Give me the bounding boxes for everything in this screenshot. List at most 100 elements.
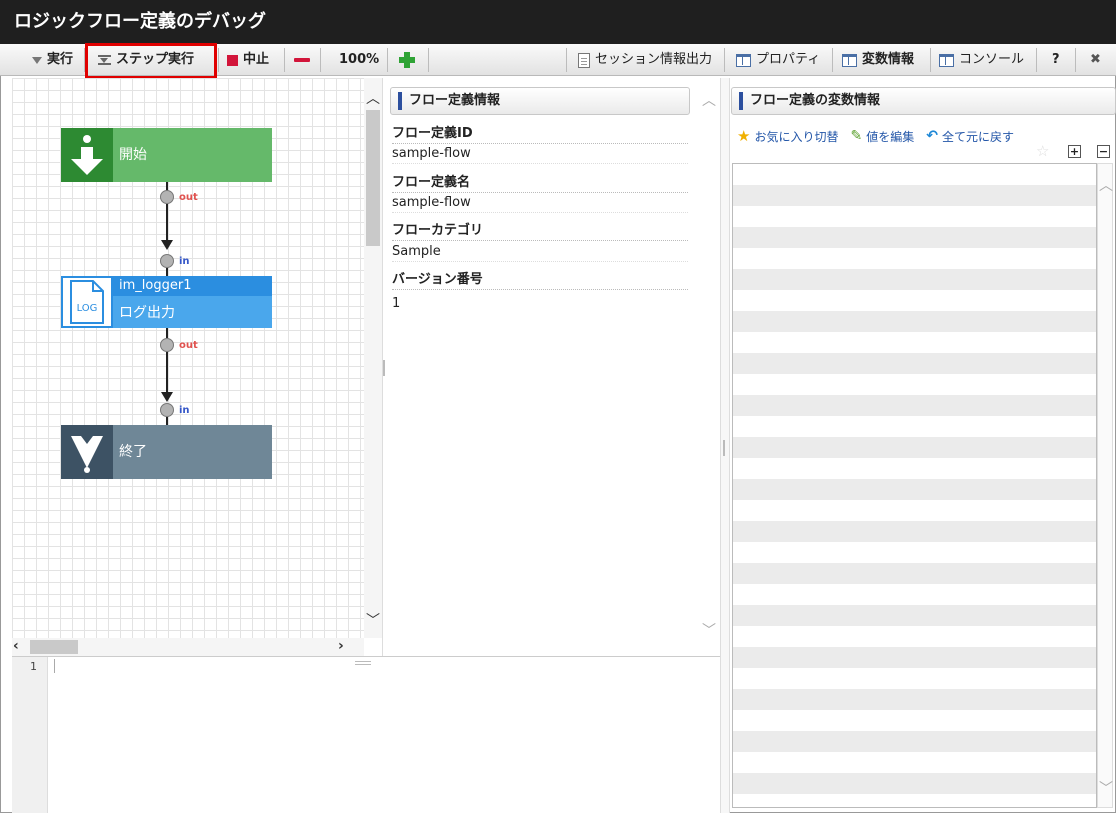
in-port[interactable] — [160, 254, 174, 268]
connector-line — [166, 268, 168, 276]
run-button[interactable]: 実行 — [26, 47, 79, 73]
toolbar-divider — [832, 48, 833, 72]
toolbar-divider — [218, 48, 219, 72]
canvas-horizontal-scroll-thumb[interactable] — [30, 640, 78, 654]
dropdown-triangle-icon — [32, 56, 42, 64]
edit-value-button[interactable]: ✎ 値を編集 — [850, 127, 914, 145]
start-label: 開始 — [119, 147, 147, 163]
help-button[interactable]: ? — [1046, 47, 1066, 73]
variables-vertical-scrollbar[interactable] — [1097, 163, 1113, 808]
reset-all-label: 全て元に戻す — [941, 129, 1014, 144]
field-label-flow-category: フローカテゴリ — [392, 219, 688, 241]
horizontal-splitter-grip[interactable] — [355, 661, 371, 665]
arrow-head — [161, 240, 173, 250]
field-value-flow-id: sample-flow — [392, 146, 688, 164]
canvas-vertical-scroll-thumb[interactable] — [366, 110, 380, 246]
close-button[interactable]: ✖ — [1084, 47, 1107, 73]
variable-info-label: 変数情報 — [862, 52, 915, 67]
scroll-down-icon[interactable]: ﹀ — [366, 610, 380, 630]
stop-icon — [227, 54, 238, 66]
panel-icon — [736, 53, 751, 67]
expand-all-button[interactable]: + — [1068, 145, 1081, 158]
variable-info-button[interactable]: 変数情報 — [836, 47, 920, 73]
out-port-label: out — [179, 340, 198, 351]
property-label: プロパティ — [756, 52, 821, 67]
console-label: コンソール — [959, 52, 1025, 67]
scroll-up-icon[interactable]: ︿ — [1099, 175, 1113, 195]
toolbar-divider — [284, 48, 285, 72]
plus-icon — [399, 52, 415, 68]
field-label-version: バージョン番号 — [392, 268, 688, 290]
pencil-icon: ✎ — [850, 128, 863, 144]
splitter-grip[interactable] — [383, 360, 385, 376]
out-port[interactable] — [160, 190, 174, 204]
run-label: 実行 — [47, 52, 74, 67]
panel-icon — [939, 53, 954, 67]
collapse-down-icon[interactable]: ﹀ — [702, 620, 716, 640]
end-node[interactable]: 終了 — [61, 425, 272, 479]
toolbar-divider — [428, 48, 429, 72]
end-label: 終了 — [119, 444, 147, 460]
star-outline-icon[interactable]: ☆ — [1036, 142, 1049, 160]
in-port[interactable] — [160, 403, 174, 417]
scroll-down-icon[interactable]: ﹀ — [1099, 778, 1113, 798]
scroll-right-icon[interactable]: › — [338, 638, 344, 654]
log-node-id: im_logger1 — [113, 276, 272, 296]
toolbar-divider — [387, 48, 388, 72]
zoom-out-button[interactable] — [288, 47, 316, 73]
stop-button[interactable]: 中止 — [221, 47, 275, 73]
star-icon: ★ — [737, 127, 751, 145]
start-node[interactable]: 開始 — [61, 128, 272, 182]
variables-toolbar: ★ お気に入り切替 ✎ 値を編集 ↶ 全て元に戻す — [737, 127, 1014, 145]
out-port-label: out — [179, 192, 198, 203]
step-button-highlight — [85, 43, 217, 79]
field-value-flow-name: sample-flow — [392, 195, 688, 213]
field-label-flow-id: フロー定義ID — [392, 122, 688, 144]
definition-panel — [382, 78, 720, 658]
arrow-head — [161, 392, 173, 402]
log-node-label: ログ出力 — [119, 305, 175, 321]
collapse-all-button[interactable]: − — [1097, 145, 1110, 158]
connector-line — [166, 417, 168, 425]
collapse-up-icon[interactable]: ︿ — [702, 90, 716, 110]
log-file-icon: LOG — [61, 276, 113, 328]
panel-icon — [842, 53, 857, 67]
field-value-version: 1 — [392, 296, 401, 311]
console-button[interactable]: コンソール — [933, 47, 1030, 73]
session-output-label: セッション情報出力 — [595, 52, 713, 67]
toolbar-divider — [1075, 48, 1076, 72]
zoom-level: 100% — [339, 52, 380, 67]
toolbar-divider — [724, 48, 725, 72]
definition-panel-header: フロー定義情報 — [390, 87, 690, 115]
toolbar-divider — [930, 48, 931, 72]
scroll-left-icon[interactable]: ‹ — [13, 638, 19, 654]
toolbar-divider — [320, 48, 321, 72]
zoom-in-button[interactable] — [393, 47, 421, 73]
document-icon — [578, 52, 590, 68]
vertical-splitter[interactable] — [720, 78, 730, 813]
reset-all-button[interactable]: ↶ 全て元に戻す — [926, 127, 1014, 145]
down-arrow-icon — [61, 128, 113, 182]
in-port-label: in — [179, 405, 190, 416]
connector-line — [166, 204, 168, 240]
variables-panel-header: フロー定義の変数情報 — [731, 87, 1116, 115]
favorite-toggle-label: お気に入り切替 — [754, 129, 839, 144]
splitter-grip[interactable] — [723, 440, 725, 456]
console-editor[interactable] — [12, 656, 720, 813]
minus-icon — [294, 58, 310, 62]
favorite-toggle-button[interactable]: ★ お気に入り切替 — [737, 127, 838, 145]
toolbar-divider — [566, 48, 567, 72]
scroll-up-icon[interactable]: ︿ — [366, 88, 380, 108]
connector-line — [166, 352, 168, 394]
property-button[interactable]: プロパティ — [730, 47, 826, 73]
connector-line — [166, 328, 168, 338]
undo-icon: ↶ — [926, 128, 938, 144]
toolbar-divider — [1036, 48, 1037, 72]
edit-value-label: 値を編集 — [866, 129, 915, 144]
session-output-button[interactable]: セッション情報出力 — [572, 47, 718, 73]
field-label-flow-name: フロー定義名 — [392, 171, 688, 193]
variables-tree-list[interactable] — [732, 163, 1097, 808]
log-node[interactable]: LOG im_logger1 ログ出力 — [61, 276, 272, 328]
out-port[interactable] — [160, 338, 174, 352]
line-number: 1 — [30, 660, 37, 673]
